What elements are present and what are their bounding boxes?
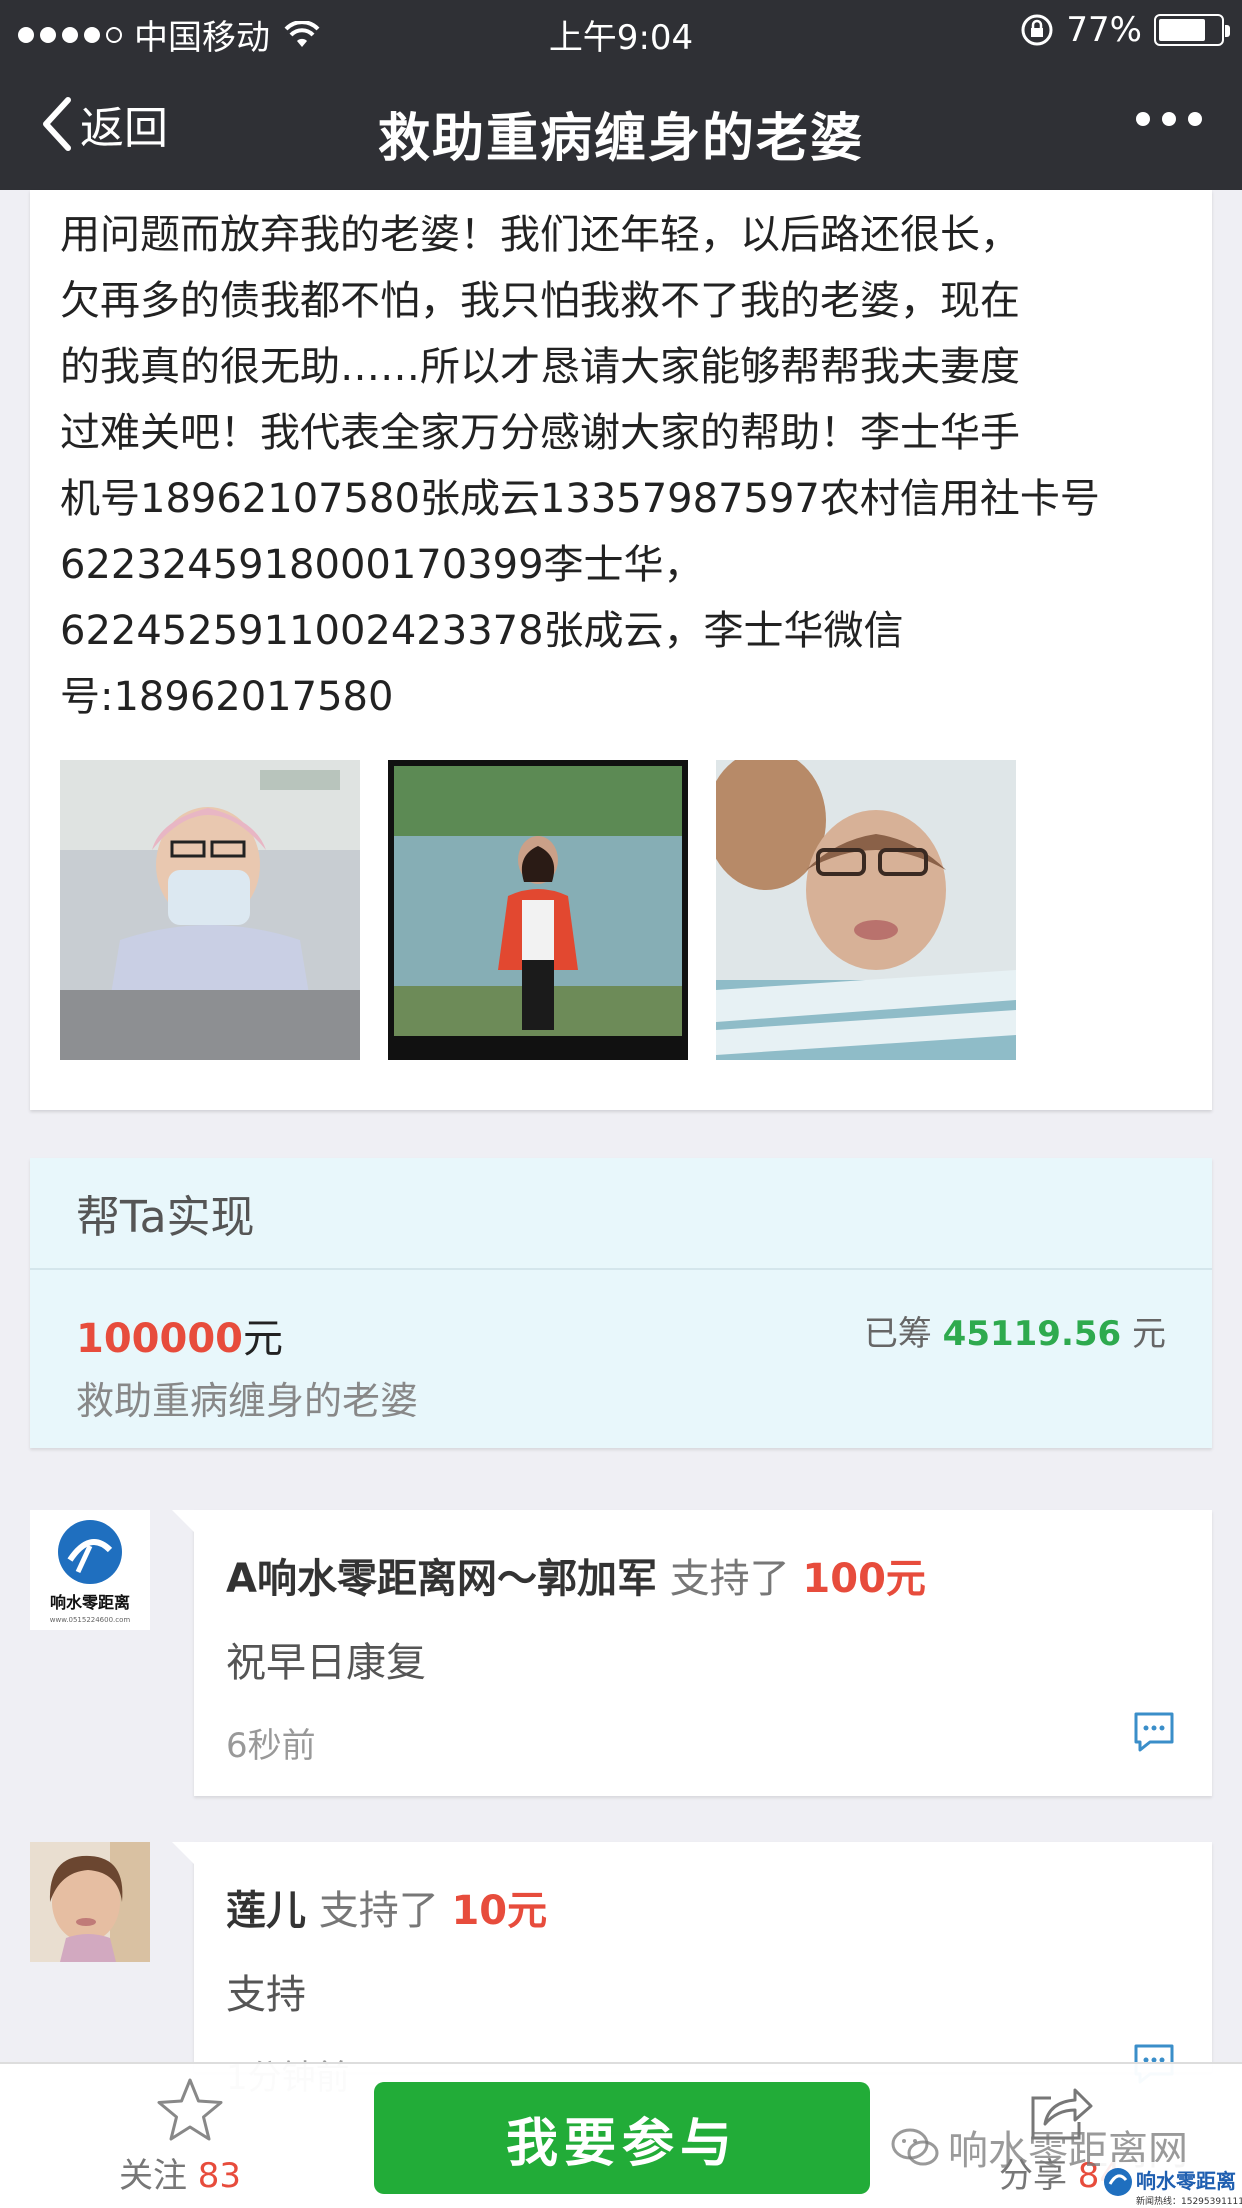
comment-time: 6秒前 bbox=[226, 1726, 316, 1766]
nav-bar: 返回 救助重病缠身的老婆 bbox=[0, 62, 1242, 190]
more-options-button[interactable] bbox=[1136, 112, 1202, 126]
comment-action: 支持了 bbox=[669, 1556, 790, 1602]
photo-gallery bbox=[60, 760, 1016, 1060]
comment-header: 莲儿 支持了 10元 bbox=[226, 1878, 547, 1936]
comment-header: A响水零距离网～郭加军 支持了 100元 bbox=[226, 1546, 926, 1604]
page-title: 救助重病缠身的老婆 bbox=[377, 109, 864, 169]
goal-target: 100000元 bbox=[76, 1306, 283, 1364]
follow-button[interactable]: 关注 83 bbox=[119, 2074, 250, 2197]
avatar[interactable] bbox=[30, 1842, 150, 1962]
avatar-logo-text: 响水零距离 bbox=[50, 1593, 130, 1612]
goal-target-amount: 100000 bbox=[76, 1316, 243, 1362]
comment-message: 支持 bbox=[226, 1972, 306, 2018]
star-icon bbox=[157, 2078, 223, 2141]
rotation-lock-icon bbox=[1021, 14, 1053, 46]
follow-label: 关注 bbox=[118, 2156, 187, 2196]
raised-label: 已筹 bbox=[863, 1314, 932, 1354]
comment-amount: 100元 bbox=[802, 1556, 926, 1602]
goal-title: 救助重病缠身的老婆 bbox=[76, 1379, 419, 1423]
photo-1[interactable] bbox=[60, 760, 360, 1060]
comment-author[interactable]: 莲儿 bbox=[226, 1888, 306, 1934]
goal-raised: 已筹 45119.56 元 bbox=[864, 1306, 1166, 1355]
battery-percent: 77% bbox=[1066, 10, 1142, 50]
comment-card: A响水零距离网～郭加军 支持了 100元 祝早日康复 6秒前 bbox=[172, 1510, 1212, 1796]
site-hotline: 新闻热线：15295391111 bbox=[1136, 2195, 1242, 2207]
avatar[interactable]: 响水零距离 www.0515224600.com bbox=[30, 1510, 150, 1630]
description-card: 用问题而放弃我的老婆！我们还年轻，以后路还很长， 欠再多的债我都不怕，我只怕我救… bbox=[30, 190, 1212, 1110]
status-bar: 中国移动 上午9:04 77% bbox=[0, 0, 1242, 62]
follow-count: 83 bbox=[197, 2156, 242, 2196]
wechat-icon bbox=[891, 2128, 939, 2166]
comment-amount: 10元 bbox=[451, 1888, 548, 1934]
goal-header: 帮Ta实现 bbox=[30, 1158, 1212, 1270]
battery-icon bbox=[1154, 14, 1230, 46]
goal-card: 帮Ta实现 100000元 已筹 45119.56 元 救助重病缠身的老婆 bbox=[30, 1158, 1212, 1448]
site-logo: 响水零距离 新闻热线：15295391111 bbox=[1100, 2162, 1242, 2208]
join-button[interactable]: 我要参与 bbox=[374, 2082, 870, 2194]
description-text: 用问题而放弃我的老婆！我们还年轻，以后路还很长， 欠再多的债我都不怕，我只怕我救… bbox=[60, 212, 1100, 720]
avatar-logo-url: www.0515224600.com bbox=[50, 1616, 131, 1624]
comment-reply-icon[interactable] bbox=[1132, 1710, 1176, 1754]
photo-2[interactable] bbox=[388, 760, 688, 1060]
photo-3[interactable] bbox=[716, 760, 1016, 1060]
raised-amount: 45119.56 bbox=[942, 1314, 1122, 1354]
comment-author[interactable]: A响水零距离网～郭加军 bbox=[226, 1556, 657, 1602]
comment-message: 祝早日康复 bbox=[226, 1640, 426, 1686]
goal-target-unit: 元 bbox=[243, 1316, 283, 1362]
raised-unit: 元 bbox=[1132, 1314, 1166, 1354]
comment-card: 莲儿 支持了 10元 支持 1分钟前 bbox=[172, 1842, 1212, 2098]
comment-action: 支持了 bbox=[318, 1888, 439, 1934]
site-logo-text: 响水零距离 bbox=[1136, 2169, 1236, 2193]
